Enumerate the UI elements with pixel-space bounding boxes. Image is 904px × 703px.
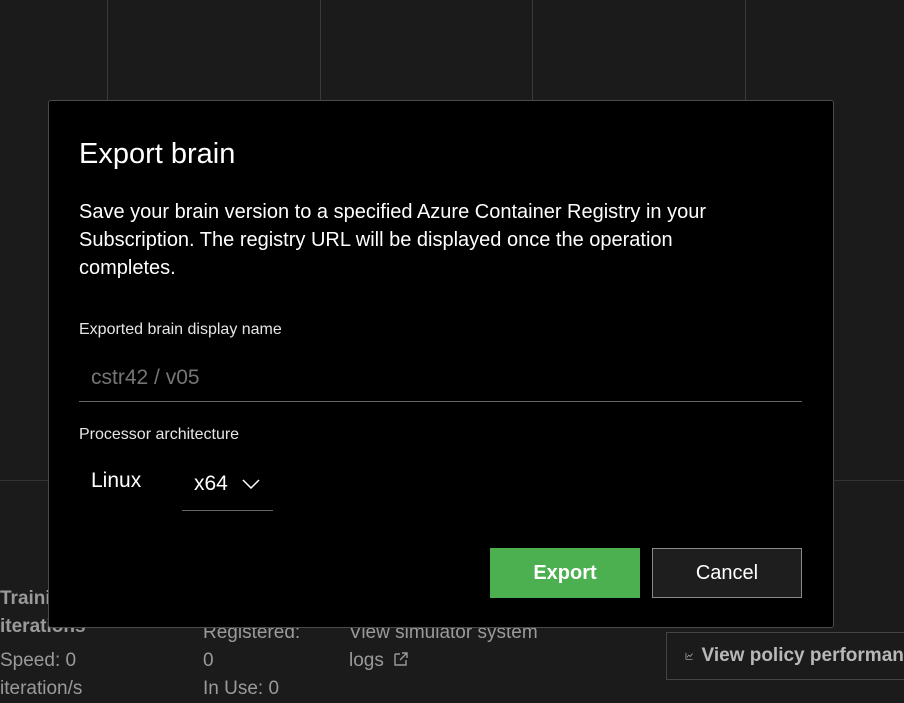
in-use-value: In Use: 0	[203, 678, 280, 699]
processor-architecture-label: Processor architecture	[79, 426, 240, 443]
speed-value: Speed: 0 iteration/s	[0, 647, 82, 703]
export-button[interactable]: Export	[490, 548, 640, 598]
grid-divider	[320, 0, 321, 100]
registered-line2: 0	[203, 650, 214, 671]
os-label: Linux	[91, 469, 142, 492]
architecture-value: x64	[194, 471, 228, 495]
chevron-down-icon	[242, 478, 260, 489]
cancel-button[interactable]: Cancel	[652, 548, 802, 598]
architecture-dropdown[interactable]: x64	[182, 457, 273, 511]
grid-divider	[745, 0, 746, 100]
sim-logs-line2: logs	[349, 650, 384, 671]
line-chart-icon	[685, 652, 693, 660]
registered-value: Registered: 0 In Use: 0	[203, 619, 300, 703]
policy-button-label: View policy performance	[701, 645, 904, 666]
view-policy-performance-button[interactable]: View policy performance	[666, 632, 904, 680]
dialog-description: Save your brain version to a specified A…	[79, 201, 706, 279]
speed-line2: iteration/s	[0, 678, 83, 699]
dialog-title: Export brain	[79, 138, 236, 170]
external-link-icon	[394, 652, 408, 666]
display-name-label: Exported brain display name	[79, 321, 282, 338]
export-brain-dialog: Export brain Save your brain version to …	[48, 100, 834, 628]
speed-line1: Speed: 0	[0, 650, 77, 671]
grid-divider	[532, 0, 533, 100]
grid-divider	[107, 0, 108, 100]
display-name-input[interactable]	[79, 354, 802, 402]
